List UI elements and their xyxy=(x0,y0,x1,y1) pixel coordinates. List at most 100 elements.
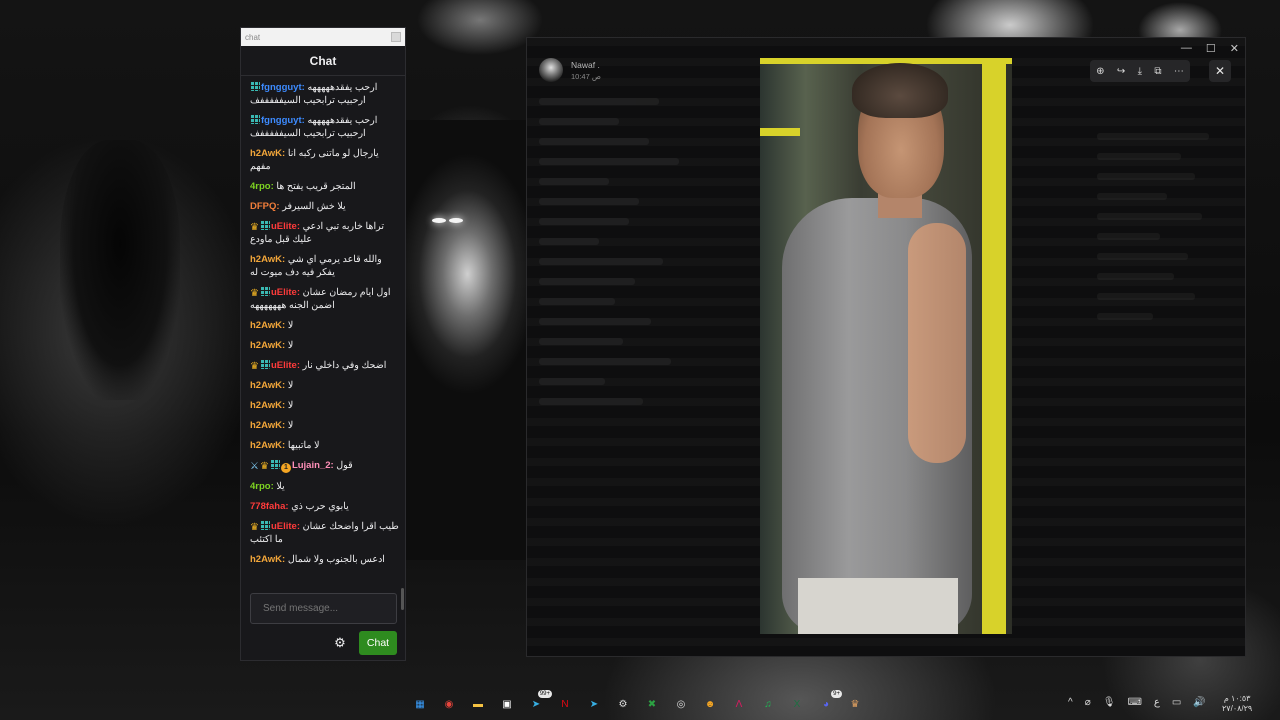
window-close-icon[interactable]: ✕ xyxy=(1230,42,1239,55)
background-chat-list xyxy=(539,98,739,658)
chat-username[interactable]: h2AwK: xyxy=(250,380,285,391)
open-external-icon[interactable]: ⧉ xyxy=(1154,66,1161,77)
store-icon[interactable]: ▣ xyxy=(497,695,517,713)
chat-username[interactable]: uElite: xyxy=(271,221,300,232)
location-icon[interactable]: ⌀ xyxy=(1085,697,1091,708)
download-icon[interactable]: ⤓ xyxy=(1138,66,1142,77)
badge-grid-icon xyxy=(250,114,260,124)
chat-message-list[interactable]: fgngguyt: ارحب يفقدهههههه ارحبيب ترابحيب… xyxy=(241,77,405,607)
chat-username[interactable]: uElite: xyxy=(271,521,300,532)
chat-username[interactable]: h2AwK: xyxy=(250,420,285,431)
chat-message: h2AwK: لا ماتبيها xyxy=(250,439,401,452)
gear-icon[interactable]: ⚙ xyxy=(333,636,347,650)
obs-icon-glyph: ◎ xyxy=(676,698,686,710)
chat-titlebar[interactable]: chat xyxy=(241,28,405,46)
keyboard-icon[interactable]: ⌨ xyxy=(1127,697,1141,708)
chat-username[interactable]: h2AwK: xyxy=(250,148,285,159)
spotify-icon[interactable]: ♫ xyxy=(758,695,778,713)
xbox-icon[interactable]: ✖ xyxy=(642,695,662,713)
game-icon[interactable]: ♛ xyxy=(845,695,865,713)
chat-message: h2AwK: ادعس بالجنوب ولا شمال xyxy=(250,553,401,566)
chat-username[interactable]: h2AwK: xyxy=(250,400,285,411)
badge-crown-icon: ♛ xyxy=(250,222,259,233)
chrome-icon-glyph: ◉ xyxy=(444,698,454,710)
chat-scrollbar[interactable] xyxy=(401,588,404,610)
chat-titlebar-button[interactable] xyxy=(391,32,401,42)
chat-username[interactable]: fgngguyt: xyxy=(261,82,305,93)
chat-username[interactable]: 778faha: xyxy=(250,501,289,512)
badge-grid-icon xyxy=(269,459,280,469)
settings-icon[interactable]: ⚙ xyxy=(613,695,633,713)
microphone-icon[interactable]: 🎙 xyxy=(1103,697,1116,708)
chat-send-button[interactable]: Chat xyxy=(359,631,397,655)
photo-gym-bar xyxy=(760,128,800,136)
minimize-icon[interactable]: — xyxy=(1181,42,1192,55)
excel-icon[interactable]: X xyxy=(787,695,807,713)
close-icon[interactable]: ✕ xyxy=(1209,60,1231,82)
chat-message: h2AwK: والله قاعد يرمي اي شي يفكر فيه دف… xyxy=(250,253,401,279)
chat-message-text: لا ماتبيها xyxy=(287,440,320,451)
media-sender[interactable]: Nawaf . 10:47 ص xyxy=(539,58,601,82)
chat-username[interactable]: DFPQ: xyxy=(250,201,280,212)
chat-message-text: المتجر قريب يفتح ها xyxy=(276,181,356,192)
chat-username[interactable]: h2AwK: xyxy=(250,320,285,331)
language-indicator[interactable]: ع xyxy=(1154,697,1160,708)
more-icon[interactable]: ⋯ xyxy=(1174,66,1184,77)
chat-username[interactable]: 4rpo: xyxy=(250,181,274,192)
badge-grid-icon xyxy=(259,220,270,230)
chat-username[interactable]: uElite: xyxy=(271,287,300,298)
window-controls: — ☐ ✕ xyxy=(1181,42,1239,55)
badge-grid-icon xyxy=(259,286,270,296)
chat-message: fgngguyt: ارحب يفقدهههههه ارحبيب ترابحيب… xyxy=(250,81,401,107)
settings-icon-glyph: ⚙ xyxy=(618,698,628,710)
wallpaper-figure xyxy=(405,120,530,560)
notification-badge: 99+ xyxy=(537,690,552,698)
chat-username[interactable]: Lujain_2: xyxy=(292,460,334,471)
volume-icon[interactable]: 🔊 xyxy=(1193,697,1205,708)
show-hidden-icons-icon[interactable]: ^ xyxy=(1068,697,1073,708)
chat-message-text: يابوي حرب ذي xyxy=(291,501,349,512)
badge-crown-icon: ♛ xyxy=(259,461,269,472)
obs-icon[interactable]: ◎ xyxy=(671,695,691,713)
background-member-list xyxy=(1097,133,1237,653)
avatar[interactable] xyxy=(539,58,563,82)
chat-username[interactable]: h2AwK: xyxy=(250,340,285,351)
windows-start-icon[interactable]: ▦ xyxy=(410,695,430,713)
zoom-icon[interactable]: ⊕ xyxy=(1096,66,1104,77)
chat-username[interactable]: 4rpo: xyxy=(250,481,274,492)
chat-username[interactable]: h2AwK: xyxy=(250,440,285,451)
chat-message-text: قول xyxy=(336,460,353,471)
chat-username[interactable]: fgngguyt: xyxy=(261,115,305,126)
badge-crown-icon: ♛ xyxy=(250,361,259,372)
app-pink-icon[interactable]: Λ xyxy=(729,695,749,713)
chat-message-text: لا xyxy=(287,420,294,431)
discord-icon[interactable]: ◕ 9+ xyxy=(816,690,842,713)
chat-message-text: ادعس بالجنوب ولا شمال xyxy=(287,554,385,565)
file-explorer-icon[interactable]: ▬ xyxy=(468,695,488,713)
telegram-alt-icon[interactable]: ➤ xyxy=(584,695,604,713)
chrome-icon[interactable]: ◉ xyxy=(439,695,459,713)
telegram-icon[interactable]: ➤ 99+ xyxy=(526,690,552,713)
clock-date: ٢٧/٠٨/٢٩ xyxy=(1222,704,1253,713)
media-toolbar: ⊕ ↪ ⤓ ⧉ ⋯ xyxy=(1090,60,1190,82)
chat-message: fgngguyt: ارحب يفقدهههههه ارحبيب ترابحيب… xyxy=(250,114,401,140)
chat-username[interactable]: h2AwK: xyxy=(250,254,285,265)
chat-username[interactable]: uElite: xyxy=(271,360,300,371)
display-icon[interactable]: ▭ xyxy=(1172,697,1181,708)
chat-message: 778faha: يابوي حرب ذي xyxy=(250,500,401,513)
netflix-icon[interactable]: N xyxy=(555,695,575,713)
clock-time: ١٠:٥٣ م xyxy=(1223,694,1251,703)
clock[interactable]: ١٠:٥٣ م ٢٧/٠٨/٢٩ xyxy=(1222,694,1252,714)
chat-message-text: اضحك وفي داخلي نار xyxy=(302,360,387,371)
discord-yellow-icon[interactable]: ☻ xyxy=(700,695,720,713)
chat-username[interactable]: h2AwK: xyxy=(250,554,285,565)
chat-message: ♛ uElite: اضحك وفي داخلي نار xyxy=(250,359,401,372)
photo-gym-pillar xyxy=(982,58,1006,634)
maximize-icon[interactable]: ☐ xyxy=(1206,42,1216,55)
chat-message-input[interactable] xyxy=(250,593,397,624)
chat-message-text: يلا خش السيرفر xyxy=(282,201,346,212)
forward-icon[interactable]: ↪ xyxy=(1117,66,1125,77)
windows-start-icon-glyph: ▦ xyxy=(415,698,425,710)
taskbar: ▦ ◉ ▬ ▣ ➤ 99+ N ➤ ⚙ ✖ ◎ ☻ Λ ♫ X ◕ 9+ ♛ ^ ⌀ 🎙 ⌨ ع ▭ 🔊 ١٠:٥٣ م ٢٧… xyxy=(0,688,1280,720)
media-photo[interactable] xyxy=(760,58,1012,634)
